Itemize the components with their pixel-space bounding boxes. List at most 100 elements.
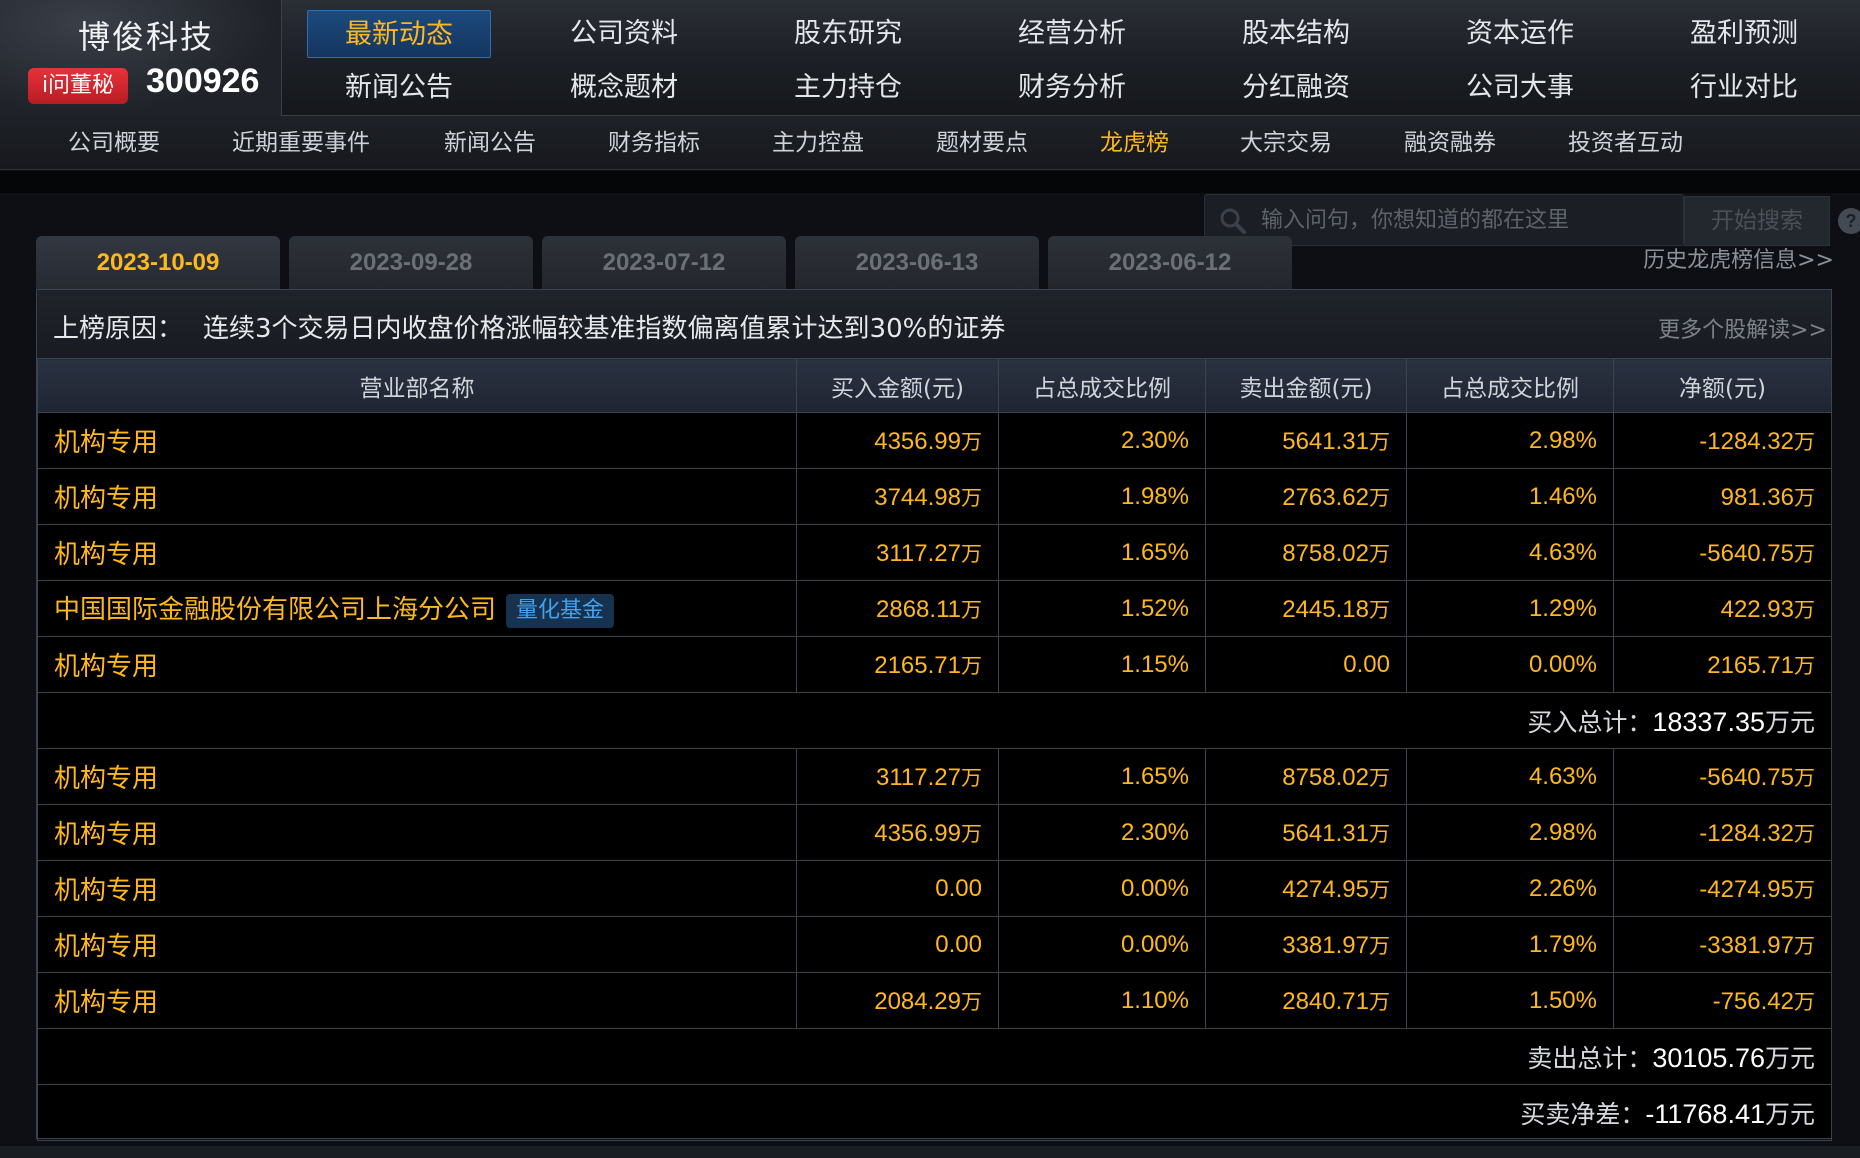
sub-navigation: 公司概要 近期重要事件 新闻公告 财务指标 主力控盘 题材要点 龙虎榜 大宗交易…	[0, 116, 1860, 170]
buy-amount: 2165.71万	[796, 636, 999, 693]
buy-amount-unit: 万	[961, 429, 982, 454]
sell-ratio: 2.98%	[1406, 412, 1614, 469]
date-tab[interactable]: 2023-06-12	[1048, 236, 1292, 290]
nav-news-announcements[interactable]: 新闻公告	[307, 64, 491, 112]
sell-amount-unit: 万	[1369, 877, 1390, 902]
buy-amount-value: 3117.27	[876, 763, 961, 791]
nav-latest-news[interactable]: 最新动态	[307, 10, 491, 58]
subnav-company-overview[interactable]: 公司概要	[68, 116, 160, 170]
nav-operation-analysis[interactable]: 经营分析	[980, 10, 1164, 58]
sell-amount: 8758.02万	[1205, 524, 1407, 581]
more-stock-analysis-link[interactable]: 更多个股解读>>	[1658, 312, 1827, 344]
column-header-buy-ratio: 占总成交比例	[998, 358, 1206, 413]
net-amount-unit: 万	[1794, 933, 1815, 958]
buy-amount-value: 3744.98	[874, 483, 961, 511]
sell-amount-unit: 万	[1369, 933, 1390, 958]
net-amount: -5640.75万	[1613, 748, 1832, 805]
branch-name[interactable]: 机构专用	[54, 820, 158, 850]
branch-name[interactable]: 机构专用	[54, 540, 158, 570]
subnav-margin-trading[interactable]: 融资融券	[1404, 116, 1496, 170]
subnav-recent-events[interactable]: 近期重要事件	[232, 116, 370, 170]
ask-secretary-badge[interactable]: i问董秘	[28, 68, 128, 104]
history-dragon-tiger-link[interactable]: 历史龙虎榜信息>>	[1643, 242, 1834, 274]
branch-name[interactable]: 机构专用	[54, 932, 158, 962]
nav-dividend-financing[interactable]: 分红融资	[1204, 64, 1388, 112]
net-amount: -4274.95万	[1613, 860, 1832, 917]
date-tab[interactable]: 2023-10-09	[36, 236, 280, 290]
nav-financial-analysis[interactable]: 财务分析	[980, 64, 1164, 112]
nav-concept-themes[interactable]: 概念题材	[532, 64, 716, 112]
subnav-financial-indicators[interactable]: 财务指标	[608, 116, 700, 170]
branch-name[interactable]: 机构专用	[54, 764, 158, 794]
subnav-news[interactable]: 新闻公告	[444, 116, 536, 170]
date-tab[interactable]: 2023-06-13	[795, 236, 1039, 290]
buy-total-row: 买入总计：18337.35万元	[37, 692, 1832, 749]
net-amount: -1284.32万	[1613, 412, 1832, 469]
branch-name-cell: 机构专用	[37, 804, 797, 861]
branch-name-cell: 机构专用	[37, 748, 797, 805]
sell-amount-value: 2840.71	[1282, 987, 1369, 1015]
table-row: 机构专用 4356.99万 2.30% 5641.31万 2.98% -1284.32万	[37, 804, 1832, 861]
sell-ratio: 0.00%	[1406, 636, 1614, 693]
search-input[interactable]	[1261, 195, 1601, 245]
branch-name[interactable]: 机构专用	[54, 484, 158, 514]
help-icon[interactable]: ?	[1838, 208, 1860, 234]
branch-name-cell: 机构专用	[37, 524, 797, 581]
nav-company-info[interactable]: 公司资料	[532, 10, 716, 58]
sell-total-value: 30105.76	[1652, 1042, 1765, 1073]
date-tab[interactable]: 2023-07-12	[542, 236, 786, 290]
subnav-block-trade[interactable]: 大宗交易	[1240, 116, 1332, 170]
search-button[interactable]: 开始搜索	[1684, 196, 1830, 246]
subnav-investor-interaction[interactable]: 投资者互动	[1568, 116, 1683, 170]
branch-name-cell: 机构专用	[37, 412, 797, 469]
net-amount-value: 981.36	[1720, 483, 1794, 511]
branch-name[interactable]: 机构专用	[54, 876, 158, 906]
buy-total: 买入总计：18337.35万元	[37, 692, 1832, 749]
branch-name[interactable]: 中国国际金融股份有限公司上海分公司	[54, 595, 496, 625]
buy-amount-value: 0.00	[935, 874, 982, 902]
net-amount: 981.36万	[1613, 468, 1832, 525]
buy-ratio: 1.15%	[998, 636, 1206, 693]
buy-ratio: 1.65%	[998, 748, 1206, 805]
buy-amount: 3744.98万	[796, 468, 999, 525]
buy-amount-unit: 万	[961, 485, 982, 510]
column-header-sell-amount: 卖出金额(元)	[1205, 358, 1407, 413]
nav-company-events[interactable]: 公司大事	[1428, 64, 1612, 112]
sell-amount: 3381.97万	[1205, 916, 1407, 973]
buy-total-value: 18337.35	[1652, 706, 1765, 737]
nav-main-holdings[interactable]: 主力持仓	[756, 64, 940, 112]
table-row: 机构专用 0.00 0.00% 3381.97万 1.79% -3381.97万	[37, 916, 1832, 973]
net-amount-unit: 万	[1794, 765, 1815, 790]
net-amount-unit: 万	[1794, 653, 1815, 678]
buy-amount-value: 3117.27	[876, 539, 961, 567]
subnav-dragon-tiger-list[interactable]: 龙虎榜	[1100, 116, 1169, 170]
listing-reason-row: 上榜原因： 连续3个交易日内收盘价格涨幅较基准指数偏离值累计达到30%的证券 更…	[37, 290, 1831, 358]
buy-ratio: 1.65%	[998, 524, 1206, 581]
nav-profit-forecast[interactable]: 盈利预测	[1652, 10, 1836, 58]
branch-name[interactable]: 机构专用	[54, 428, 158, 458]
buy-amount: 4356.99万	[796, 412, 999, 469]
sell-amount-value: 4274.95	[1282, 875, 1369, 903]
buy-ratio: 1.98%	[998, 468, 1206, 525]
nav-equity-structure[interactable]: 股本结构	[1204, 10, 1388, 58]
table-header-row: 营业部名称 买入金额(元) 占总成交比例 卖出金额(元) 占总成交比例 净额(元…	[37, 358, 1832, 413]
sell-amount: 0.00	[1205, 636, 1407, 693]
net-amount: 2165.71万	[1613, 636, 1832, 693]
branch-name[interactable]: 机构专用	[54, 652, 158, 682]
sell-amount-value: 0.00	[1343, 650, 1390, 678]
nav-capital-operation[interactable]: 资本运作	[1428, 10, 1612, 58]
sell-ratio: 1.29%	[1406, 580, 1614, 637]
buy-amount-unit: 万	[961, 989, 982, 1014]
subnav-theme-points[interactable]: 题材要点	[936, 116, 1028, 170]
nav-industry-comparison[interactable]: 行业对比	[1652, 64, 1836, 112]
net-amount: -5640.75万	[1613, 524, 1832, 581]
sell-amount: 5641.31万	[1205, 804, 1407, 861]
nav-shareholder-research[interactable]: 股东研究	[756, 10, 940, 58]
subnav-main-control[interactable]: 主力控盘	[772, 116, 864, 170]
branch-name[interactable]: 机构专用	[54, 988, 158, 1018]
date-tab[interactable]: 2023-09-28	[289, 236, 533, 290]
table-row: 机构专用 3744.98万 1.98% 2763.62万 1.46% 981.36万	[37, 468, 1832, 525]
sell-amount-unit: 万	[1369, 821, 1390, 846]
sell-amount-unit: 万	[1369, 597, 1390, 622]
net-amount-unit: 万	[1794, 429, 1815, 454]
